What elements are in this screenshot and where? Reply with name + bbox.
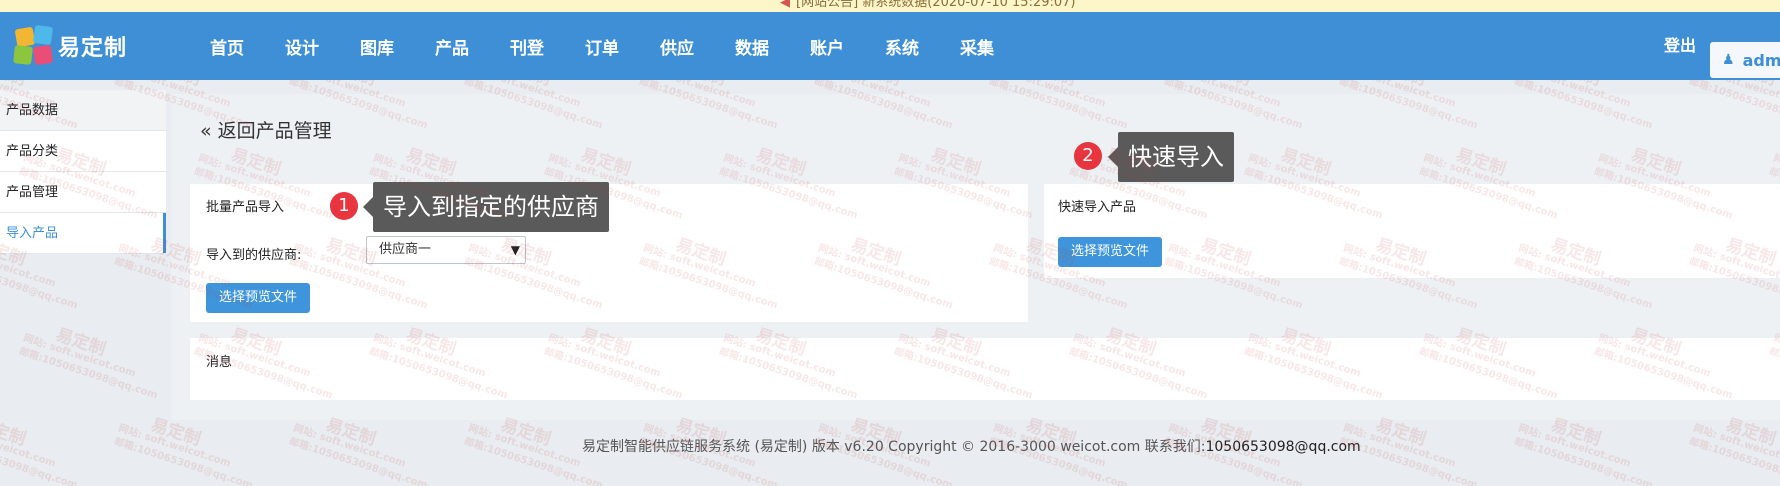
- nav-item-listing[interactable]: 刊登: [510, 34, 585, 59]
- supplier-select[interactable]: 供应商一 ▼: [366, 236, 526, 264]
- watermark-tile: 易定制网站: soft.weicot.com邮箱:1050653098@qq.c…: [1512, 415, 1654, 486]
- nav-item-orders[interactable]: 订单: [585, 34, 660, 59]
- watermark-tile: 易定制网站: soft.weicot.com邮箱:1050653098@qq.c…: [17, 325, 159, 402]
- top-nav: 易定制 首页 设计 图库 产品 刊登 订单 供应 数据 账户 系统 采集 登出 …: [0, 12, 1780, 80]
- user-name: admi: [1742, 50, 1780, 70]
- sidebar-item-product-data[interactable]: 产品数据: [0, 90, 166, 131]
- batch-import-title: 批量产品导入: [206, 200, 285, 215]
- caret-down-icon: ▼: [510, 243, 520, 257]
- nav-item-home[interactable]: 首页: [210, 34, 285, 59]
- watermark-tile: 易定制网站: soft.weicot.com邮箱:1050653098@qq.c…: [112, 415, 254, 486]
- nav-item-gallery[interactable]: 图库: [360, 34, 435, 59]
- supplier-selected-value: 供应商一: [379, 242, 432, 257]
- annotation-callout-1: 导入到指定的供应商: [363, 182, 609, 232]
- nav-item-account[interactable]: 账户: [810, 34, 885, 59]
- message-panel: [190, 338, 1780, 400]
- nav-item-supply[interactable]: 供应: [660, 34, 735, 59]
- nav-item-products[interactable]: 产品: [435, 34, 510, 59]
- sidebar-item-product-category[interactable]: 产品分类: [0, 131, 166, 172]
- nav-item-data[interactable]: 数据: [735, 34, 810, 59]
- notice-bar: ◀ [网站公告] 新系统数据(2020-07-10 15:29:07): [0, 0, 1780, 12]
- nav-item-system[interactable]: 系统: [885, 34, 960, 59]
- footer-text: 易定制智能供应链服务系统 (易定制) 版本 v6.20 Copyright © …: [582, 439, 1361, 455]
- nav-item-collect[interactable]: 采集: [960, 34, 1035, 59]
- quick-choose-file-button[interactable]: 选择预览文件: [1058, 237, 1163, 267]
- quick-import-title: 快速导入产品: [1058, 200, 1137, 215]
- logo-mark: [13, 24, 54, 66]
- back-to-product-management-link[interactable]: « 返回产品管理: [200, 116, 332, 143]
- sidebar-item-import-products[interactable]: 导入产品: [0, 213, 166, 254]
- user-icon: ♟: [1722, 52, 1735, 68]
- logo[interactable]: 易定制: [13, 24, 128, 66]
- user-menu[interactable]: ♟ admi: [1710, 42, 1780, 78]
- message-title: 消息: [206, 355, 233, 370]
- supplier-label: 导入到的供应商:: [206, 248, 302, 263]
- watermark-tile: 易定制网站: soft.weicot.com邮箱:1050653098@qq.c…: [287, 415, 429, 486]
- sidebar: 产品数据 产品分类 产品管理 导入产品: [0, 90, 166, 254]
- batch-import-panel: [190, 184, 1028, 322]
- watermark-tile: 易定制网站: soft.weicot.com邮箱:1050653098@qq.c…: [0, 415, 79, 486]
- logout-link[interactable]: 登出: [1664, 12, 1696, 80]
- megaphone-icon: ◀: [780, 0, 790, 10]
- notice-text[interactable]: ◀ [网站公告] 新系统数据(2020-07-10 15:29:07): [780, 0, 1076, 10]
- main-nav: 首页 设计 图库 产品 刊登 订单 供应 数据 账户 系统 采集: [210, 12, 1035, 80]
- footer-email[interactable]: 1050653098@qq.com: [1205, 439, 1360, 455]
- annotation-callout-2: 快速导入: [1108, 132, 1234, 182]
- sidebar-item-product-management[interactable]: 产品管理: [0, 172, 166, 213]
- annotation-badge-1: 1: [330, 192, 358, 220]
- annotation-badge-2: 2: [1074, 142, 1102, 170]
- nav-item-design[interactable]: 设计: [285, 34, 360, 59]
- logo-text: 易定制: [58, 36, 128, 61]
- batch-choose-file-button[interactable]: 选择预览文件: [206, 283, 311, 313]
- watermark-tile: 易定制网站: soft.weicot.com邮箱:1050653098@qq.c…: [1687, 415, 1780, 486]
